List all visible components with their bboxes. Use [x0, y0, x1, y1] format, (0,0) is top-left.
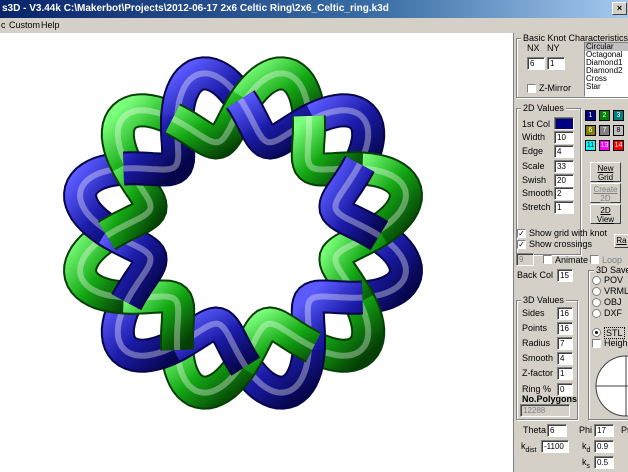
- field-label: Smooth: [522, 188, 554, 198]
- sides-input[interactable]: 16: [557, 307, 573, 320]
- save-format-label: VRML2: [604, 286, 628, 296]
- zmirror-label: Z-Mirror: [539, 83, 571, 93]
- phi-input[interactable]: 17: [594, 424, 614, 437]
- color-swatch[interactable]: 8: [613, 125, 624, 136]
- save-format-label: DXF: [604, 308, 622, 318]
- close-button[interactable]: ×: [612, 2, 627, 15]
- title-bar: s3D - V3.44k C:\Makerbot\Projects\2012-0…: [0, 0, 628, 18]
- field-label: Stretch: [522, 202, 551, 212]
- polygons-value: 12288: [520, 404, 570, 417]
- kd-input[interactable]: 0.9: [594, 440, 614, 453]
- back-col-label: Back Col: [517, 270, 554, 280]
- nx-label: NX: [527, 43, 540, 53]
- color-swatch[interactable]: 13: [599, 140, 610, 151]
- save-format-label: POV: [604, 275, 624, 285]
- ks-input[interactable]: 0.5: [594, 456, 614, 469]
- swish-input[interactable]: 20: [554, 174, 574, 187]
- save-3d-legend: 3D Save: [594, 265, 628, 275]
- stretch-input[interactable]: 1: [554, 201, 574, 214]
- ks-label: ks: [582, 457, 590, 470]
- color-swatch[interactable]: 7: [599, 125, 610, 136]
- menu-item-help[interactable]: Help: [41, 18, 60, 32]
- edge-input[interactable]: 4: [554, 145, 574, 158]
- view-2d-button[interactable]: 2D View: [590, 204, 621, 224]
- smooth-3d-input[interactable]: 4: [557, 352, 573, 365]
- field-label: Edge: [522, 146, 544, 156]
- create-2d-button[interactable]: Create 2D: [590, 183, 621, 203]
- smooth-2d-input[interactable]: 2: [554, 187, 574, 200]
- back-col-input[interactable]: 15: [557, 269, 573, 282]
- animate-label: Animate: [555, 255, 589, 265]
- kd-label: kd: [582, 441, 591, 454]
- animate-checkbox[interactable]: [543, 255, 552, 264]
- color-swatch[interactable]: 1: [585, 110, 596, 121]
- field-label: Width: [522, 132, 546, 142]
- kdist-input[interactable]: -1100: [541, 440, 569, 453]
- polygons-label: No.Polygons: [522, 394, 578, 404]
- color-swatch[interactable]: 3: [613, 110, 624, 121]
- frame-input[interactable]: 9: [516, 253, 534, 266]
- values-3d-legend: 3D Values: [521, 295, 566, 305]
- field-label: Sides: [522, 308, 545, 318]
- loop-checkbox[interactable]: [590, 255, 599, 264]
- height-checkbox[interactable]: [592, 339, 601, 348]
- ra-button[interactable]: Ra: [614, 234, 628, 248]
- field-label: Points: [522, 323, 548, 333]
- zmirror-checkbox[interactable]: [527, 84, 536, 93]
- orientation-gizmo[interactable]: [588, 351, 628, 421]
- color-swatch[interactable]: 2: [599, 110, 610, 121]
- shape-option[interactable]: Star: [585, 83, 628, 91]
- save-format-radio[interactable]: [592, 287, 601, 296]
- ny-input[interactable]: 1: [547, 57, 565, 70]
- field-label: Smooth: [522, 353, 554, 363]
- field-label: Swish: [522, 175, 547, 185]
- control-panel: Basic Knot Characteristics NX NY 6 1 Z-M…: [513, 33, 628, 472]
- phi-label: Phi: [579, 425, 593, 435]
- new-grid-button[interactable]: New Grid: [590, 162, 621, 182]
- color-swatch[interactable]: 6: [585, 125, 596, 136]
- menu-item-c[interactable]: c: [1, 18, 6, 32]
- field-label: Z-factor: [522, 368, 554, 378]
- show-crossings-checkbox[interactable]: ✓: [517, 240, 526, 249]
- scale-input[interactable]: 33: [554, 160, 574, 173]
- values-2d-legend: 2D Values: [521, 103, 566, 113]
- ny-label: NY: [547, 43, 560, 53]
- save-format-radio[interactable]: [592, 309, 601, 318]
- color-swatch[interactable]: 11: [585, 140, 596, 151]
- knot-viewport[interactable]: [0, 33, 513, 472]
- field-label: 1st Col: [522, 119, 551, 129]
- field-label: Scale: [522, 161, 545, 171]
- theta-input[interactable]: 6: [547, 424, 567, 437]
- points-input[interactable]: 16: [557, 322, 573, 335]
- save-format-label: OBJ: [604, 297, 622, 307]
- kdist-label: kdist: [521, 441, 537, 454]
- ps-label: Ps: [621, 425, 628, 435]
- shape-listbox[interactable]: Circular Octagonal Diamond1 Diamond2 Cro…: [584, 42, 628, 97]
- window-title: s3D - V3.44k C:\Makerbot\Projects\2012-0…: [2, 3, 389, 14]
- nx-input[interactable]: 6: [527, 57, 545, 70]
- theta-label: Theta: [523, 425, 547, 435]
- celtic-ring-render: [63, 56, 423, 410]
- save-format-radio[interactable]: [592, 298, 601, 307]
- radius-input[interactable]: 7: [557, 337, 573, 350]
- color-swatch[interactable]: 14: [613, 140, 624, 151]
- save-format-radio[interactable]: [592, 276, 601, 285]
- width-input[interactable]: 10: [554, 131, 574, 144]
- menu-bar: c Custom Help: [0, 18, 628, 32]
- show-grid-label: Show grid with knot: [529, 228, 608, 238]
- zfactor-input[interactable]: 1: [557, 367, 573, 380]
- first-col-input[interactable]: [554, 117, 574, 130]
- menu-item-custom[interactable]: Custom: [9, 18, 40, 32]
- field-label: Ring %: [522, 384, 552, 394]
- field-label: Radius: [522, 338, 551, 348]
- height-label: Heigh: [604, 338, 628, 348]
- show-crossings-label: Show crossings: [529, 239, 593, 249]
- save-format-radio[interactable]: [592, 328, 601, 337]
- show-grid-checkbox[interactable]: ✓: [517, 229, 526, 238]
- loop-label: Loop: [602, 255, 623, 265]
